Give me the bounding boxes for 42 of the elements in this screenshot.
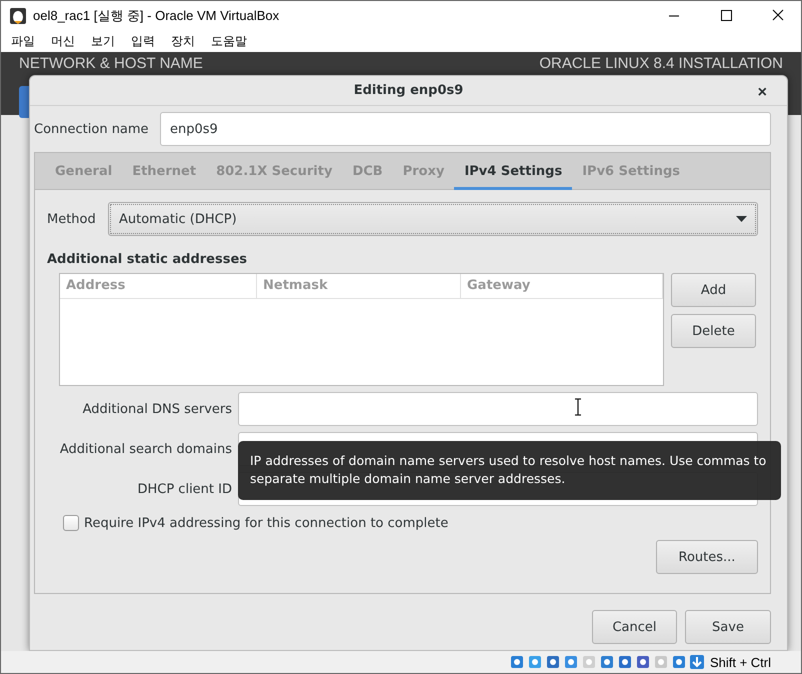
menu-item[interactable]: 입력	[123, 32, 163, 50]
menu-item[interactable]: 머신	[43, 32, 83, 50]
connection-name-field[interactable]: enp0s9	[160, 112, 771, 146]
tab[interactable]: IPv4 Settings	[454, 153, 572, 190]
host-key-label: Shift + Ctrl	[710, 654, 771, 670]
field-label: Additional DNS servers	[82, 402, 232, 416]
download-arrow-icon[interactable]	[688, 654, 705, 670]
status-device-icon[interactable]	[562, 654, 579, 670]
menu-item[interactable]: 도움말	[203, 32, 255, 50]
field-label: Additional search domains	[60, 442, 232, 456]
status-device-icon[interactable]	[526, 654, 543, 670]
field-label: Connection name	[34, 122, 150, 136]
installer-title: NETWORK & HOST NAME	[19, 55, 203, 72]
dialog-button[interactable]: Save	[685, 610, 771, 644]
checkbox[interactable]	[63, 515, 79, 531]
table-button[interactable]: Delete	[671, 314, 756, 348]
status-device-icon[interactable]	[670, 654, 687, 670]
status-device-icon[interactable]	[634, 654, 651, 670]
checkbox-label: Require IPv4 addressing for this connection to complete	[84, 516, 448, 530]
status-device-icon[interactable]	[508, 654, 525, 670]
section-title: Additional static addresses	[47, 252, 248, 267]
input-field[interactable]	[238, 392, 758, 426]
status-device-icon[interactable]	[598, 654, 615, 670]
status-device-icon[interactable]	[616, 654, 633, 670]
status-device-icon[interactable]	[544, 654, 561, 670]
routes-button[interactable]: Routes...	[656, 540, 758, 574]
table-button[interactable]: Add	[671, 273, 756, 307]
caret-icon	[736, 216, 747, 222]
field-label: DHCP client ID	[137, 482, 232, 496]
menu-item[interactable]: 보기	[83, 32, 123, 50]
dialog-button[interactable]: Cancel	[592, 610, 677, 644]
dialog-title: Editing enp0s9	[354, 83, 464, 98]
field-label: Method	[47, 212, 97, 226]
menu-item[interactable]: 장치	[163, 32, 203, 50]
tooltip: IP addresses of domain name servers used to resolve host names. Use commas to separate multiple domain name server addresses.	[238, 441, 781, 500]
close-button[interactable]: ×	[758, 84, 767, 102]
installer-product: ORACLE LINUX 8.4 INSTALLATION	[539, 55, 783, 72]
app-icon	[9, 6, 27, 24]
method-dropdown[interactable]: Automatic (DHCP)	[108, 202, 758, 236]
menu-item[interactable]: 파일	[3, 32, 43, 50]
text-cursor-icon	[574, 398, 582, 416]
window-title: oel8_rac1 [실행 중] - Oracle VM VirtualBox	[33, 6, 280, 24]
